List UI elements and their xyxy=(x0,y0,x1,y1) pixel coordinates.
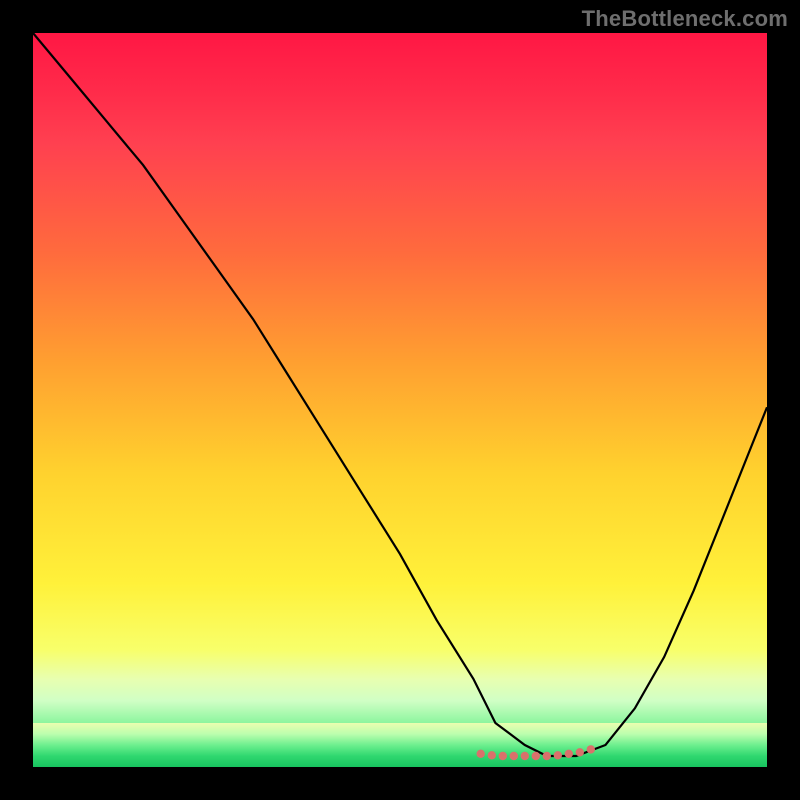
valley-dot xyxy=(554,751,562,759)
valley-dot xyxy=(521,752,529,760)
valley-dot xyxy=(499,752,507,760)
valley-dot xyxy=(488,751,496,759)
curve-svg xyxy=(33,33,767,767)
valley-dot xyxy=(565,750,573,758)
valley-marker-dots xyxy=(477,745,596,760)
watermark-text: TheBottleneck.com xyxy=(582,6,788,32)
valley-dot xyxy=(510,752,518,760)
valley-dot xyxy=(477,750,485,758)
valley-dot xyxy=(543,752,551,760)
valley-dot xyxy=(576,748,584,756)
plot-area xyxy=(33,33,767,767)
chart-frame: TheBottleneck.com xyxy=(0,0,800,800)
valley-dot xyxy=(532,752,540,760)
bottleneck-curve xyxy=(33,33,767,756)
valley-dot xyxy=(587,745,595,753)
